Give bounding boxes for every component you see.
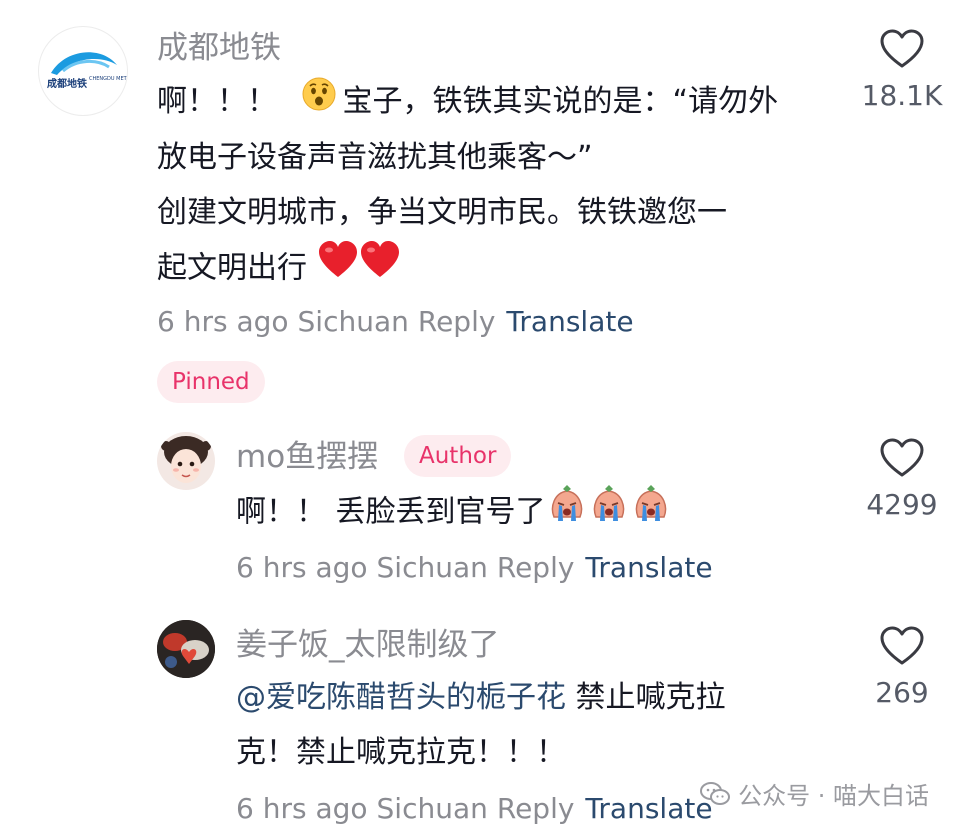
avatar-logo-subtext: CHENGDU METRO <box>89 76 127 82</box>
avatar-mo-yu[interactable] <box>157 432 215 490</box>
heart-outline-icon[interactable] <box>879 28 925 70</box>
avatar-jiang-zi-fan[interactable] <box>157 620 215 678</box>
red-heart-emoji-icon <box>359 240 401 298</box>
reply-button[interactable]: Reply <box>418 305 496 338</box>
comment-time: 6 hrs ago <box>157 305 289 338</box>
comment-text-line: 创建文明城市，争当文明市民。铁铁邀您一 <box>157 195 727 230</box>
reply-button[interactable]: Reply <box>497 551 575 584</box>
watermark-text: 公众号 · 喵大白话 <box>738 782 929 810</box>
comment-text-line: @爱吃陈醋哲头的栀子花 禁止喊克拉 <box>236 680 726 715</box>
comment-time: 6 hrs ago <box>236 792 368 825</box>
comment-text: @爱吃陈醋哲头的栀子花 禁止喊克拉 克！禁止喊克拉克！！！ <box>236 670 726 780</box>
like-count: 18.1K <box>861 79 943 112</box>
comment-meta: 6 hrs ago Sichuan Reply Translate <box>236 791 722 827</box>
comment-text-line: 克！禁止喊克拉克！！！ <box>236 735 566 770</box>
comment-time: 6 hrs ago <box>236 551 368 584</box>
comment-username[interactable]: 成都地铁 <box>157 28 281 68</box>
mention-link[interactable]: @爱吃陈醋哲头的栀子花 <box>236 680 566 715</box>
comment-text-line: 放电子设备声音滋扰其他乘客～” <box>157 140 593 175</box>
comment-location: Sichuan <box>376 551 488 584</box>
like-count: 4299 <box>866 488 938 521</box>
like-count: 269 <box>875 676 929 709</box>
comment-location: Sichuan <box>376 792 488 825</box>
comment-meta: 6 hrs ago Sichuan Reply Translate <box>157 304 643 340</box>
pinned-badge: Pinned <box>157 361 265 403</box>
translate-button[interactable]: Translate <box>585 551 712 584</box>
watermark: 公众号 · 喵大白话 <box>700 776 929 811</box>
comment-meta: 6 hrs ago Sichuan Reply Translate <box>236 550 722 586</box>
comment-text: 啊！！ 丢脸丢到官号了 <box>236 483 672 543</box>
like-column: 269 <box>842 625 959 711</box>
crying-face-emoji-icon <box>588 483 630 543</box>
metro-logo-icon <box>51 52 117 75</box>
avatar-logo-text: 成都地铁 <box>47 79 87 90</box>
comment-text-line: 啊！！！ 宝子，铁铁其实说的是：“请勿外 <box>157 74 778 130</box>
like-column: 18.1K <box>842 28 959 114</box>
comment-text-line: 起文明出行 <box>157 240 778 298</box>
translate-button[interactable]: Translate <box>506 305 633 338</box>
like-column: 4299 <box>842 437 959 523</box>
author-badge: Author <box>404 435 512 477</box>
crying-face-emoji-icon <box>546 483 588 543</box>
comment-username[interactable]: mo鱼摆摆 <box>236 437 378 477</box>
wechat-icon <box>700 781 731 805</box>
heart-outline-icon[interactable] <box>879 625 925 667</box>
red-heart-emoji-icon <box>317 240 359 298</box>
heart-outline-icon[interactable] <box>879 437 925 479</box>
comment-text: 啊！！！ 宝子，铁铁其实说的是：“请勿外 放电子设备声音滋扰其他乘客～” 创建文… <box>157 74 778 298</box>
avatar-chengdu-metro[interactable]: 成都地铁 CHENGDU METRO <box>38 26 128 116</box>
comment-location: Sichuan <box>297 305 409 338</box>
reply-button[interactable]: Reply <box>497 792 575 825</box>
comment-username[interactable]: 姜子饭_太限制级了 <box>236 625 500 665</box>
crying-face-emoji-icon <box>630 483 672 543</box>
astonished-face-emoji-icon <box>301 75 337 130</box>
translate-button[interactable]: Translate <box>585 792 712 825</box>
